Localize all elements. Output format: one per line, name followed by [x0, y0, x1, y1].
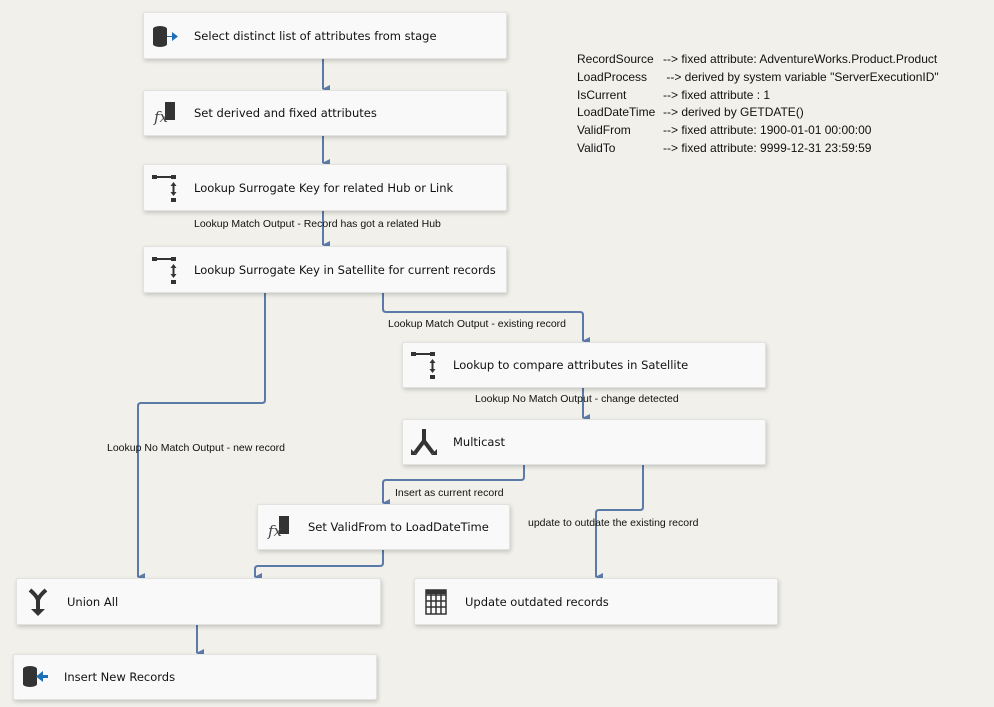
path-label: update to outdate the existing record — [528, 517, 699, 529]
derived-column-icon: fx — [152, 98, 178, 128]
component-label: Lookup Surrogate Key in Satellite for cu… — [194, 262, 496, 277]
component-label: Set ValidFrom to LoadDateTime — [308, 520, 489, 534]
component-lookup-hub[interactable]: Lookup Surrogate Key for related Hub or … — [143, 164, 507, 211]
lookup-icon — [152, 173, 178, 203]
note-line: ValidFrom --> fixed attribute: 1900-01-01… — [577, 123, 872, 138]
derived-column-icon: fx — [266, 512, 292, 542]
note-line: IsCurrent --> fixed attribute : 1 — [577, 87, 771, 102]
ole-db-destination-icon — [22, 662, 48, 692]
union-all-icon — [25, 587, 51, 617]
component-label: Update outdated records — [465, 594, 609, 609]
component-update-outdated[interactable]: Update outdated records — [414, 578, 778, 625]
component-label: Union All — [67, 594, 119, 609]
note-line: LoadProcess --> derived by system variab… — [577, 69, 939, 84]
component-label: Select distinct list of attributes from … — [194, 28, 437, 43]
lookup-icon — [152, 255, 178, 285]
component-label: Lookup Surrogate Key for related Hub or … — [194, 180, 454, 195]
path-label: Lookup No Match Output - change detected — [475, 393, 679, 405]
component-set-derived[interactable]: fx Set derived and fixed attributes — [143, 90, 507, 136]
svg-text:fx: fx — [267, 522, 283, 540]
path-7-8 — [254, 548, 384, 581]
component-lookup-compare[interactable]: Lookup to compare attributes in Satellit… — [402, 342, 766, 388]
path-label: Lookup Match Output - Record has got a r… — [194, 218, 441, 230]
svg-text:fx: fx — [153, 108, 169, 126]
component-label: Lookup to compare attributes in Satellit… — [453, 358, 689, 372]
note-line: RecordSource --> fixed attribute: Adventu… — [577, 52, 938, 66]
lookup-icon — [411, 350, 437, 380]
path-label: Lookup No Match Output - new record — [107, 442, 286, 454]
path-4-8 — [137, 291, 266, 581]
component-insert-new[interactable]: Insert New Records — [13, 654, 377, 700]
component-set-validfrom[interactable]: fx Set ValidFrom to LoadDateTime — [257, 504, 510, 550]
component-label: Set derived and fixed attributes — [194, 106, 377, 120]
component-lookup-satellite[interactable]: Lookup Surrogate Key in Satellite for cu… — [143, 246, 507, 293]
annotation-notes: RecordSource --> fixed attribute: Adventu… — [577, 51, 939, 158]
component-label: Insert New Records — [64, 670, 176, 684]
ole-db-source-icon — [152, 21, 178, 51]
note-line: LoadDateTime --> derived by GETDATE() — [577, 105, 804, 120]
component-multicast[interactable]: Multicast — [402, 419, 766, 465]
path-4-5 — [382, 291, 590, 345]
multicast-icon — [411, 427, 437, 457]
path-label: Insert as current record — [395, 487, 504, 499]
component-select-distinct[interactable]: Select distinct list of attributes from … — [143, 12, 507, 59]
component-label: Multicast — [453, 435, 505, 449]
note-line: ValidTo --> fixed attribute: 9999-12-31 2… — [577, 140, 872, 155]
component-union-all[interactable]: Union All — [16, 578, 381, 625]
ole-db-command-icon — [423, 587, 449, 617]
path-label: Lookup Match Output - existing record — [388, 318, 567, 330]
